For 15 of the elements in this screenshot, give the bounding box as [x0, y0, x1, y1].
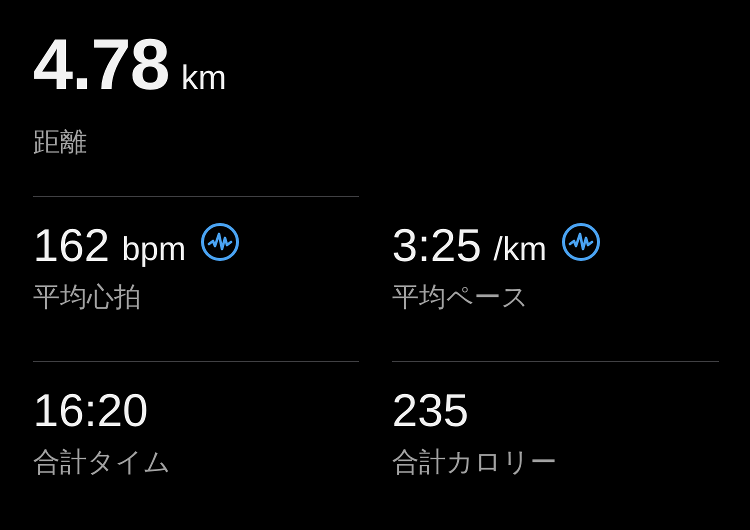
metric-unit: bpm: [122, 230, 186, 268]
distance-value: 4.78: [33, 24, 170, 106]
waveform-icon[interactable]: [200, 222, 240, 262]
distance-unit: km: [181, 59, 226, 98]
distance-label: 距離: [33, 126, 88, 159]
metric-label: 合計カロリー: [392, 446, 558, 479]
metric-value: 16:20: [33, 383, 148, 437]
metric-label: 合計タイム: [33, 446, 172, 479]
metric-value: 235: [392, 383, 469, 437]
waveform-icon[interactable]: [560, 222, 601, 262]
metric-unit: /km: [494, 230, 547, 268]
metric-label: 平均心拍: [33, 281, 142, 314]
metric-label: 平均ペース: [392, 281, 530, 314]
metric-value: 162: [33, 218, 110, 272]
metric-value: 3:25: [392, 218, 482, 272]
